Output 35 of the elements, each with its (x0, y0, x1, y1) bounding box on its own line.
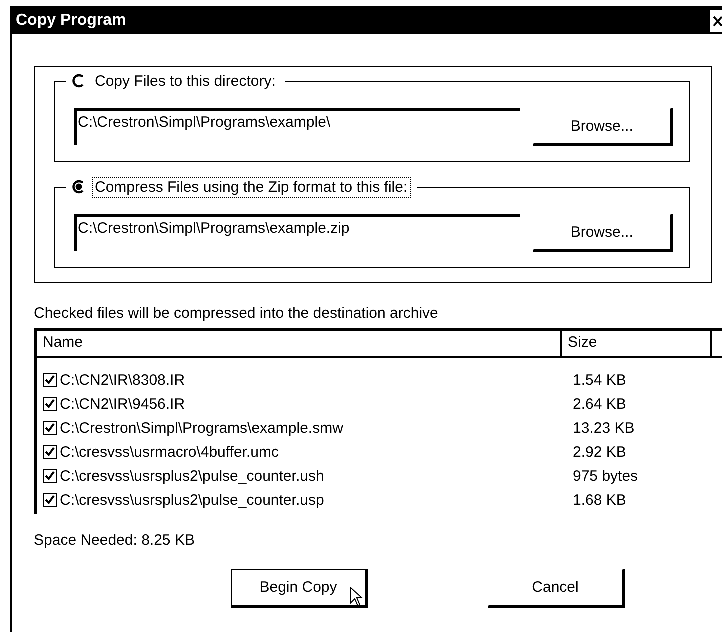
radio-label[interactable]: Copy Files to this directory: (92, 70, 279, 92)
column-header[interactable]: Size (562, 331, 712, 356)
file-size: 975 bytes (573, 468, 638, 484)
file-size: 1.54 KB (573, 372, 626, 388)
checkbox[interactable] (43, 397, 57, 411)
file-name: C:\CN2\IR\8308.IR (60, 372, 186, 388)
file-size: 13.23 KB (573, 420, 635, 436)
browse-button[interactable]: Browse... (533, 108, 673, 146)
checkbox[interactable] (43, 493, 57, 507)
file-name: C:\CN2\IR\9456.IR (60, 396, 186, 412)
browse-button[interactable]: Browse... (533, 214, 673, 252)
radio-button[interactable] (72, 74, 86, 88)
radio-label[interactable]: Compress Files using the Zip format to this file: (92, 176, 411, 198)
path-field[interactable]: C:\Crestron\Simpl\Programs\example.zip (74, 214, 520, 251)
column-header[interactable]: Name (37, 331, 562, 356)
checkbox[interactable] (43, 421, 57, 435)
checkbox[interactable] (43, 445, 57, 459)
cursor-icon (350, 587, 364, 607)
cancel-button[interactable]: Cancel (488, 569, 625, 608)
file-size: 2.64 KB (573, 396, 626, 412)
file-name: C:\Crestron\Simpl\Programs\example.smw (60, 420, 344, 436)
list-caption: Checked files will be compressed into the destination archive (34, 305, 440, 324)
window-title: Copy Program (16, 12, 126, 30)
begin-copy-button[interactable]: Begin Copy (231, 569, 368, 608)
file-size: 2.92 KB (573, 444, 626, 460)
file-size: 1.68 KB (573, 492, 626, 508)
space-needed: Space Needed: 8.25 KB (34, 532, 196, 551)
file-name: C:\cresvss\usrsplus2\pulse_counter.ush (60, 468, 326, 484)
file-name: C:\cresvss\usrmacro\4buffer.umc (60, 444, 280, 460)
path-field[interactable]: C:\Crestron\Simpl\Programs\example\ (74, 108, 520, 145)
checkbox[interactable] (43, 373, 57, 387)
close-icon (713, 16, 722, 26)
radio-button[interactable] (72, 180, 86, 194)
checkbox[interactable] (43, 469, 57, 483)
file-name: C:\cresvss\usrsplus2\pulse_counter.usp (60, 492, 326, 508)
